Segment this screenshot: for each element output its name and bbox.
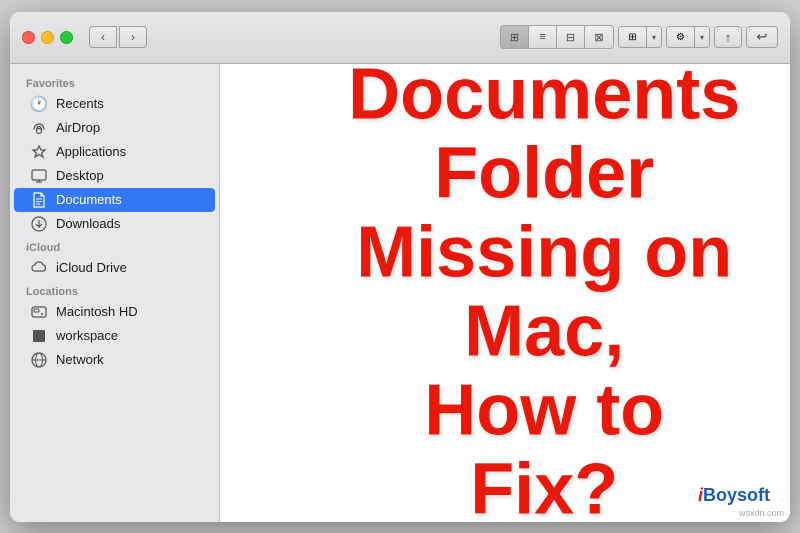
network-icon xyxy=(30,351,48,369)
tag-icon: ↩ xyxy=(757,29,768,45)
desktop-icon xyxy=(30,167,48,185)
view-button-group: ⊞ ≡ ⊟ ⊠ xyxy=(500,25,614,49)
applications-icon xyxy=(30,143,48,161)
group-by-icon: ⊞ xyxy=(619,27,647,47)
action-arrow-icon: ▾ xyxy=(695,27,709,47)
close-button[interactable] xyxy=(22,31,35,44)
sidebar-item-label: iCloud Drive xyxy=(56,260,127,275)
group-by-arrow-icon: ▾ xyxy=(647,27,661,47)
overlay-text: Documents Folder Missing on Mac, How to … xyxy=(348,64,740,522)
recents-icon: 🕐 xyxy=(30,95,48,113)
sidebar-item-icloud-drive[interactable]: iCloud Drive xyxy=(14,256,215,280)
group-by-button[interactable]: ⊞ ▾ xyxy=(618,26,662,48)
tag-button[interactable]: ↩ xyxy=(746,26,778,48)
view-icon-button[interactable]: ⊞ xyxy=(501,26,529,48)
sidebar-item-label: Desktop xyxy=(56,168,104,183)
sidebar-item-airdrop[interactable]: AirDrop xyxy=(14,116,215,140)
sidebar-item-network[interactable]: Network xyxy=(14,348,215,372)
iboysoft-logo: iBoysoft xyxy=(698,485,770,506)
logo-text: Boysoft xyxy=(703,485,770,505)
sidebar-item-desktop[interactable]: Desktop xyxy=(14,164,215,188)
toolbar: ‹ › ⊞ ≡ ⊟ ⊠ xyxy=(10,12,790,64)
sidebar-item-label: Macintosh HD xyxy=(56,304,138,319)
documents-icon xyxy=(30,191,48,209)
list-icon: ≡ xyxy=(539,31,545,43)
locations-header: Locations xyxy=(10,280,219,300)
icloud-header: iCloud xyxy=(10,236,219,256)
downloads-icon xyxy=(30,215,48,233)
icloud-drive-icon xyxy=(30,259,48,277)
view-gallery-button[interactable]: ⊠ xyxy=(585,26,613,48)
macintosh-hd-icon xyxy=(30,303,48,321)
action-button[interactable]: ⚙ ▾ xyxy=(666,26,710,48)
sidebar-item-macintosh-hd[interactable]: Macintosh HD xyxy=(14,300,215,324)
back-button[interactable]: ‹ xyxy=(89,26,117,48)
share-button[interactable]: ↑ xyxy=(714,26,742,48)
sidebar-item-label: workspace xyxy=(56,328,118,343)
sidebar: Favorites 🕐 Recents AirDrop xyxy=(10,64,220,522)
sidebar-item-downloads[interactable]: Downloads xyxy=(14,212,215,236)
grid-icon: ⊞ xyxy=(510,31,519,44)
gear-icon: ⚙ xyxy=(667,27,695,47)
view-column-button[interactable]: ⊟ xyxy=(557,26,585,48)
gallery-icon: ⊠ xyxy=(594,31,603,44)
main-pane: Documents Folder Missing on Mac, How to … xyxy=(220,64,790,522)
workspace-icon xyxy=(30,327,48,345)
view-list-button[interactable]: ≡ xyxy=(529,26,557,48)
minimize-button[interactable] xyxy=(41,31,54,44)
nav-buttons: ‹ › xyxy=(89,26,147,48)
overlay-title: Documents Folder Missing on Mac, How to … xyxy=(348,64,740,522)
overlay-line1: Documents Folder xyxy=(348,64,740,214)
overlay-line2: Missing on Mac, xyxy=(356,212,732,371)
sidebar-item-workspace[interactable]: workspace xyxy=(14,324,215,348)
forward-button[interactable]: › xyxy=(119,26,147,48)
maximize-button[interactable] xyxy=(60,31,73,44)
overlay-line3: How to Fix? xyxy=(424,371,664,522)
traffic-lights xyxy=(22,31,73,44)
sidebar-item-label: Network xyxy=(56,352,104,367)
finder-window: ‹ › ⊞ ≡ ⊟ ⊠ xyxy=(10,12,790,522)
forward-icon: › xyxy=(131,30,135,44)
sidebar-item-recents[interactable]: 🕐 Recents xyxy=(14,92,215,116)
sidebar-item-label: Applications xyxy=(56,144,126,159)
sidebar-item-documents[interactable]: Documents xyxy=(14,188,215,212)
sidebar-item-applications[interactable]: Applications xyxy=(14,140,215,164)
sidebar-item-label: Recents xyxy=(56,96,104,111)
column-icon: ⊟ xyxy=(566,31,575,44)
back-icon: ‹ xyxy=(101,30,105,44)
content-area: Favorites 🕐 Recents AirDrop xyxy=(10,64,790,522)
favorites-header: Favorites xyxy=(10,72,219,92)
airdrop-icon xyxy=(30,119,48,137)
share-icon: ↑ xyxy=(725,30,732,45)
sidebar-item-label: Downloads xyxy=(56,216,120,231)
sidebar-item-label: Documents xyxy=(56,192,122,207)
view-controls: ⊞ ≡ ⊟ ⊠ ⊞ ▾ ⚙ ▾ ↑ xyxy=(500,25,778,49)
sidebar-item-label: AirDrop xyxy=(56,120,100,135)
watermark: wsxdn.com xyxy=(739,508,784,518)
